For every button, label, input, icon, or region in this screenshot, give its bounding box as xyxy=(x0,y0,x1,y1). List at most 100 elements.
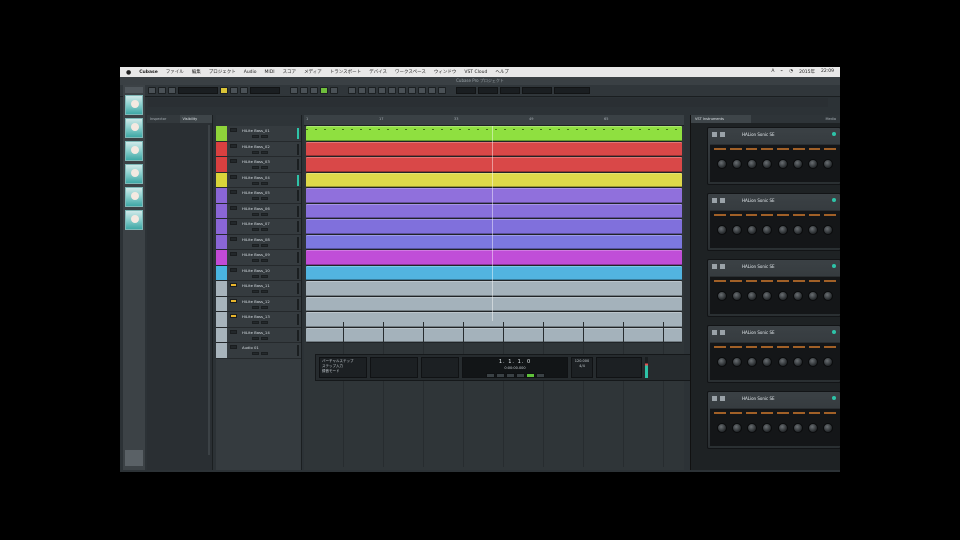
power-icon[interactable] xyxy=(712,131,717,137)
quick-control-knob[interactable] xyxy=(808,423,819,433)
track-color-strip[interactable] xyxy=(216,141,227,156)
menu-transport[interactable]: トランスポート xyxy=(330,69,361,75)
track-header[interactable]: HiLite Bass_03 xyxy=(216,157,301,173)
toolbar-button[interactable] xyxy=(148,87,156,94)
track-monitor-button[interactable] xyxy=(230,190,237,194)
character-thumbnail[interactable] xyxy=(125,141,143,161)
tab-media[interactable]: Media xyxy=(821,115,840,123)
track-name[interactable]: HiLite Bass_02 xyxy=(242,144,270,149)
quick-control-knob[interactable] xyxy=(747,291,758,301)
edit-icon[interactable] xyxy=(720,329,725,335)
track-monitor-button[interactable] xyxy=(230,159,237,163)
track-monitor-button[interactable] xyxy=(230,174,237,179)
quick-control-knob[interactable] xyxy=(777,291,788,301)
solo-button[interactable] xyxy=(261,197,268,200)
track-header[interactable]: HiLite Bass_04 xyxy=(216,172,301,188)
quick-control-knob[interactable] xyxy=(716,225,727,235)
midi-event[interactable] xyxy=(306,126,682,142)
vst-instrument-slot[interactable]: HALion Sonic SE xyxy=(707,127,840,185)
menu-score[interactable]: スコア xyxy=(283,69,297,75)
track-name[interactable]: HiLite Bass_03 xyxy=(242,159,270,164)
track-color-strip[interactable] xyxy=(216,188,227,203)
vst-instrument-slot[interactable]: HALion Sonic SE xyxy=(707,391,840,449)
solo-button[interactable] xyxy=(261,352,268,355)
power-icon[interactable] xyxy=(712,197,717,203)
toolbar-button[interactable] xyxy=(230,87,238,94)
track-color-strip[interactable] xyxy=(216,265,227,280)
quick-control-knob[interactable] xyxy=(716,159,727,169)
apple-icon[interactable]: ● xyxy=(126,69,131,76)
solo-button[interactable] xyxy=(261,228,268,231)
quick-control-knob[interactable] xyxy=(823,159,834,169)
quick-control-knob[interactable] xyxy=(762,357,773,367)
quick-control-knob[interactable] xyxy=(731,357,742,367)
forward-button[interactable] xyxy=(495,373,505,378)
tool-button[interactable] xyxy=(398,87,406,94)
track-name[interactable]: Audio 01 xyxy=(242,345,259,350)
track-color-strip[interactable] xyxy=(216,126,227,141)
quick-control-knob[interactable] xyxy=(792,159,803,169)
transport-punch-box[interactable] xyxy=(421,357,459,378)
midi-event[interactable] xyxy=(306,250,682,266)
tool-button[interactable] xyxy=(428,87,436,94)
toolbar-button[interactable] xyxy=(290,87,298,94)
track-color-strip[interactable] xyxy=(216,343,227,358)
character-thumbnail[interactable] xyxy=(125,118,143,138)
toolbar-field[interactable] xyxy=(478,87,498,94)
toolbar-button[interactable] xyxy=(310,87,318,94)
track-header[interactable]: HiLite Bass_10 xyxy=(216,265,301,281)
solo-button[interactable] xyxy=(261,259,268,262)
strip-header[interactable] xyxy=(125,87,143,93)
edit-icon[interactable] xyxy=(720,197,725,203)
menu-file[interactable]: ファイル xyxy=(166,69,184,75)
mute-button[interactable] xyxy=(252,243,259,247)
tool-button[interactable] xyxy=(388,87,396,94)
toolbar-field[interactable] xyxy=(522,87,552,94)
midi-event[interactable] xyxy=(306,296,682,312)
toolbar-button[interactable] xyxy=(158,87,166,94)
mute-button[interactable] xyxy=(252,336,259,340)
midi-event[interactable] xyxy=(306,172,682,188)
quick-control-knob[interactable] xyxy=(777,423,788,433)
playhead-cursor[interactable] xyxy=(492,126,493,321)
track-color-strip[interactable] xyxy=(216,203,227,218)
toolbar-field[interactable] xyxy=(500,87,520,94)
track-color-strip[interactable] xyxy=(216,250,227,265)
vst-instrument-slot[interactable]: HALion Sonic SE xyxy=(707,259,840,317)
solo-button[interactable] xyxy=(261,243,268,247)
quick-control-knob[interactable] xyxy=(762,225,773,235)
tool-button[interactable] xyxy=(368,87,376,94)
track-name[interactable]: HiLite Bass_08 xyxy=(242,237,270,242)
track-color-strip[interactable] xyxy=(216,281,227,296)
track-monitor-button[interactable] xyxy=(230,221,237,225)
tool-button[interactable] xyxy=(348,87,356,94)
track-color-strip[interactable] xyxy=(216,234,227,249)
track-header[interactable]: HiLite Bass_01 xyxy=(216,126,301,142)
midi-event[interactable] xyxy=(306,265,682,281)
track-header[interactable]: HiLite Bass_06 xyxy=(216,203,301,219)
quick-control-knob[interactable] xyxy=(731,423,742,433)
quick-control-knob[interactable] xyxy=(747,159,758,169)
track-name[interactable]: HiLite Bass_05 xyxy=(242,190,270,195)
instrument-name[interactable]: HALion Sonic SE xyxy=(742,264,775,269)
track-name[interactable]: HiLite Bass_13 xyxy=(242,314,270,319)
track-name[interactable]: HiLite Bass_12 xyxy=(242,299,270,304)
menu-vst-cloud[interactable]: VST Cloud xyxy=(464,70,487,75)
track-monitor-button[interactable] xyxy=(230,345,237,349)
menu-audio[interactable]: Audio xyxy=(244,70,257,75)
midi-event[interactable] xyxy=(306,188,682,204)
cycle-button[interactable] xyxy=(505,373,515,378)
mute-button[interactable] xyxy=(252,150,259,154)
arrange-view[interactable]: 1 17 33 49 65 xyxy=(304,115,684,470)
solo-button[interactable] xyxy=(261,150,268,154)
track-monitor-button[interactable] xyxy=(230,143,237,148)
power-icon[interactable] xyxy=(712,329,717,335)
tab-inspector[interactable]: Inspector xyxy=(147,115,180,123)
quick-control-knob[interactable] xyxy=(792,291,803,301)
mute-button[interactable] xyxy=(252,212,259,216)
stop-button[interactable] xyxy=(515,373,525,378)
record-button[interactable] xyxy=(535,373,545,378)
track-color-strip[interactable] xyxy=(216,327,227,342)
toolbar-button[interactable] xyxy=(168,87,176,94)
quick-control-knob[interactable] xyxy=(777,159,788,169)
